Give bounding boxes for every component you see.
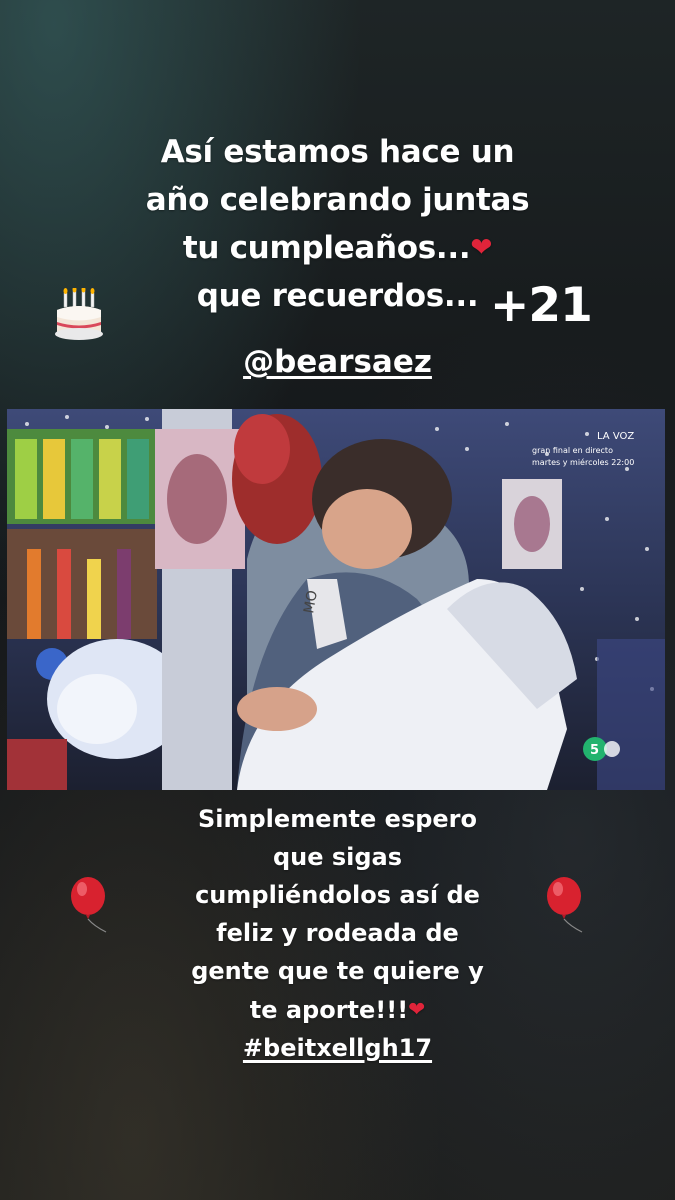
birthday-cake-icon [55,288,103,340]
caption-line-1: Así estamos hace un [160,134,515,170]
embedded-photo: MO LA VOZ gran final en directo martes y… [7,409,665,790]
bottom-caption-line-2: que sigas [272,843,403,871]
red-balloon-icon [71,877,107,933]
promo-line-1: gran final en directo [532,446,613,455]
hashtag-link[interactable]: #beitxellgh17 [243,1034,432,1062]
hashtag-container: #beitxellgh17 [0,1029,675,1067]
instagram-story: Así estamos hace un año celebrando junta… [0,0,675,1200]
red-balloon-icon [547,877,583,933]
heart-icon: ❤ [408,997,426,1021]
bottom-caption-line-5: gente que te quiere y [191,957,484,985]
bottom-caption-line-1: Simplemente espero [197,805,478,833]
hd-badge-icon [604,741,620,757]
promo-line-2: martes y miércoles 22:00 [532,457,634,467]
user-mention-link[interactable]: @bearsaez [243,344,432,380]
caption-line-2: año celebrando juntas [145,182,530,218]
caption-line-3-text: tu cumpleaños... [182,230,471,266]
heart-icon: ❤ [470,233,493,263]
channel-logo-text: 5 [590,743,599,758]
hug-photo-illustration: MO LA VOZ gran final en directo martes y… [7,409,665,790]
age-sticker: +21 [490,278,593,333]
mention-container: @bearsaez [0,344,675,380]
channel-overlay-text: LA VOZ [597,431,634,442]
bottom-caption-line-6-text: te aporte!!! [249,996,409,1024]
caption-line-3: tu cumpleaños...❤ [0,224,675,272]
bottom-caption-line-6: te aporte!!!❤ [0,990,675,1029]
